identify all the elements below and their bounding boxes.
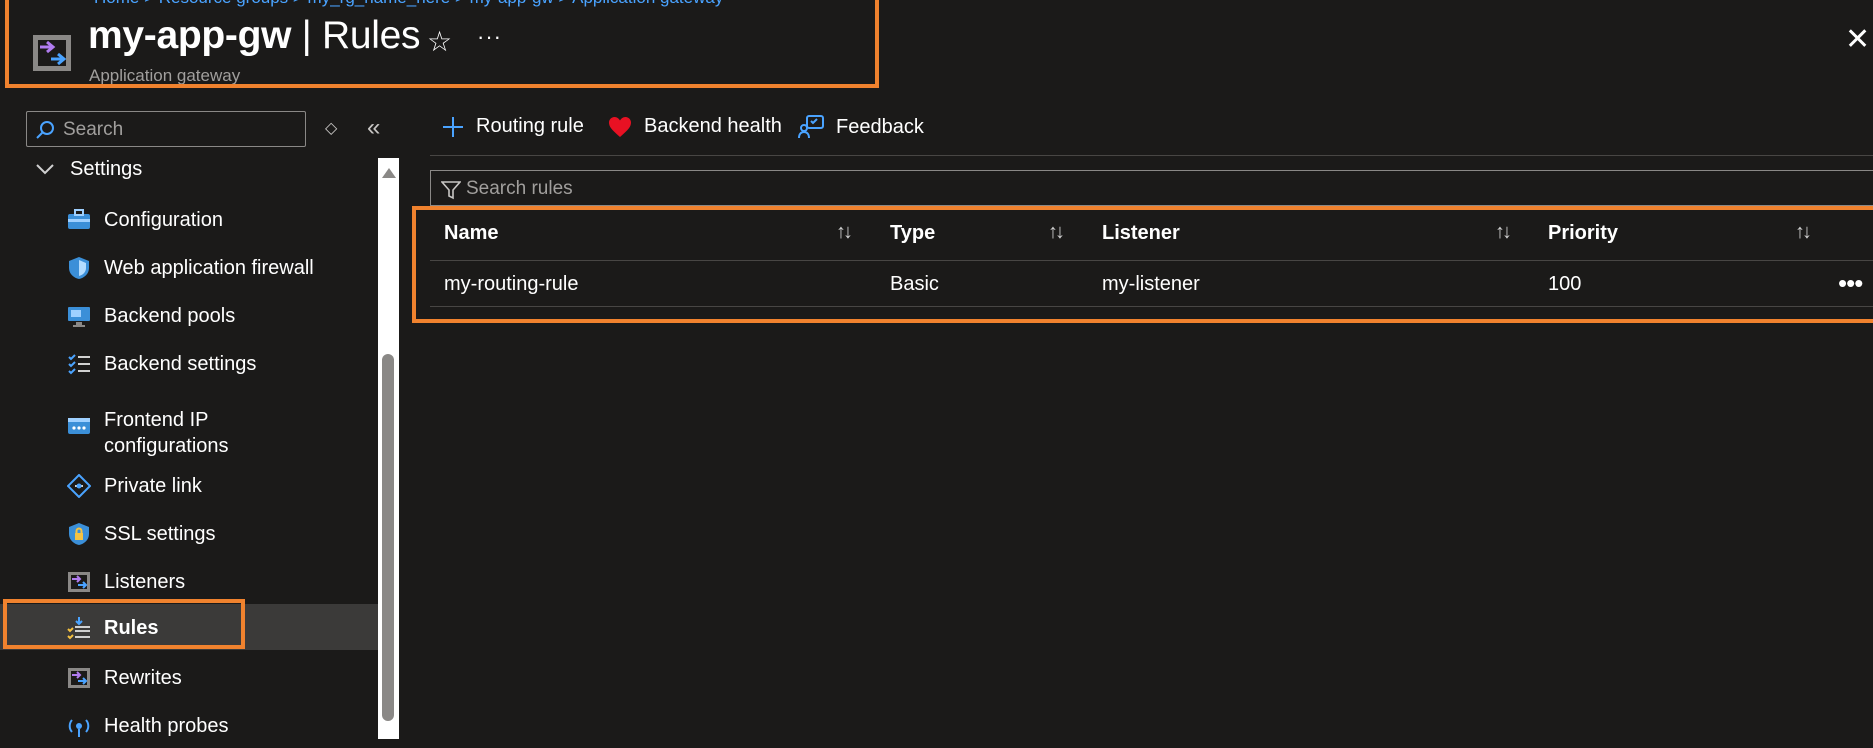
column-header-priority[interactable]: Priority [1548, 222, 1618, 245]
rewrite-icon [67, 666, 91, 690]
ssl-shield-icon [67, 522, 91, 546]
cell-listener: my-listener [1102, 273, 1200, 295]
close-icon[interactable]: ✕ [1845, 22, 1870, 57]
cell-name[interactable]: my-routing-rule [444, 273, 578, 296]
feedback-label: Feedback [836, 115, 924, 138]
feedback-button[interactable]: Feedback [798, 115, 924, 139]
column-header-name[interactable]: Name [444, 222, 498, 245]
sidebar-item-configuration[interactable]: Configuration [0, 196, 378, 242]
scroll-up-icon[interactable] [382, 168, 396, 178]
page-name: Rules [322, 14, 421, 57]
app-gateway-icon [31, 33, 73, 73]
sidebar-item-label: Frontend IP configurations [104, 409, 229, 457]
chevron-down-icon [36, 158, 54, 181]
private-link-icon [66, 473, 92, 499]
row-ellipsis-icon[interactable]: ••• [1838, 268, 1863, 299]
cell-type: Basic [890, 273, 939, 295]
collapse-sidebar-icon[interactable]: « [367, 114, 380, 142]
backend-health-label: Backend health [644, 115, 782, 137]
breadcrumb[interactable]: Home > Resource groups > my_rg_name_here… [94, 0, 723, 8]
monitor-icon [67, 304, 91, 328]
settings-section-header[interactable]: Settings [36, 158, 142, 181]
plus-icon [442, 116, 464, 138]
page-title: my-app-gw | Rules [88, 14, 421, 58]
sidebar-item-label: Private link [104, 475, 202, 497]
sidebar-scrollbar[interactable] [378, 158, 399, 739]
star-icon[interactable]: ☆ [427, 25, 452, 58]
checklist-icon [67, 352, 91, 376]
sidebar-item-label: Backend pools [104, 305, 236, 327]
sidebar-item-label: Backend settings [104, 353, 257, 375]
sidebar-item-health-probes[interactable]: Health probes [0, 702, 378, 748]
toolbox-icon [67, 208, 91, 232]
sort-icon[interactable]: ↑↓ [1048, 221, 1065, 244]
column-header-type[interactable]: Type [890, 222, 935, 245]
ellipsis-icon[interactable]: ··· [477, 24, 502, 50]
probe-icon [67, 714, 91, 738]
sidebar-item-backend-settings[interactable]: Backend settings [0, 340, 378, 386]
search-placeholder: Search [63, 119, 124, 140]
title-separator: | [291, 14, 323, 57]
toolbar-divider [430, 155, 1873, 156]
add-routing-rule-button[interactable]: Routing rule [442, 115, 584, 138]
sidebar-item-label: Configuration [104, 209, 223, 231]
sidebar-item-label: Rewrites [104, 667, 182, 689]
sidebar-item-backend-pools[interactable]: Backend pools [0, 292, 378, 338]
heart-icon [608, 116, 632, 138]
sidebar-item-label: SSL settings [104, 523, 216, 545]
sort-icon[interactable]: ↑↓ [1495, 221, 1512, 244]
sort-icon[interactable]: ↑↓ [836, 221, 853, 244]
sidebar-item-rules[interactable]: Rules [0, 604, 378, 650]
sidebar-item-web-application-firewall[interactable]: Web application firewall [0, 244, 378, 290]
sidebar-item-listeners[interactable]: Listeners [0, 558, 378, 604]
row-divider [430, 306, 1873, 307]
listener-icon [67, 570, 91, 594]
sidebar-item-label: Web application firewall [104, 257, 314, 279]
sidebar-search-input[interactable]: Search [26, 111, 306, 147]
feedback-icon [798, 115, 824, 139]
resource-name: my-app-gw [88, 14, 292, 57]
sidebar-item-rewrites[interactable]: Rewrites [0, 654, 378, 700]
sidebar-item-ssl-settings[interactable]: SSL settings [0, 510, 378, 556]
column-header-listener[interactable]: Listener [1102, 222, 1180, 245]
search-icon [36, 121, 54, 139]
sidebar-item-label: Rules [104, 617, 159, 639]
search-rules-placeholder: Search rules [466, 178, 573, 199]
ip-icon [67, 414, 91, 438]
shield-icon [67, 256, 91, 280]
rules-icon [67, 616, 91, 640]
sidebar-item-frontend-ip-configurations[interactable]: Frontend IP configurations [0, 396, 378, 457]
scroll-thumb[interactable] [382, 354, 394, 721]
expand-collapse-icon[interactable]: ◇ [325, 118, 337, 138]
backend-health-button[interactable]: Backend health [608, 115, 782, 138]
sort-icon[interactable]: ↑↓ [1795, 221, 1812, 244]
search-rules-input[interactable]: Search rules [430, 170, 1873, 206]
settings-section-label: Settings [70, 158, 143, 180]
resource-type: Application gateway [89, 66, 241, 85]
filter-icon [441, 181, 461, 200]
sidebar-item-label: Listeners [104, 571, 186, 593]
header-divider [430, 260, 1873, 261]
routing-rule-label: Routing rule [476, 115, 584, 137]
sidebar-item-label: Health probes [104, 715, 229, 737]
sidebar-item-private-link[interactable]: Private link [0, 462, 378, 508]
cell-priority: 100 [1548, 273, 1582, 295]
